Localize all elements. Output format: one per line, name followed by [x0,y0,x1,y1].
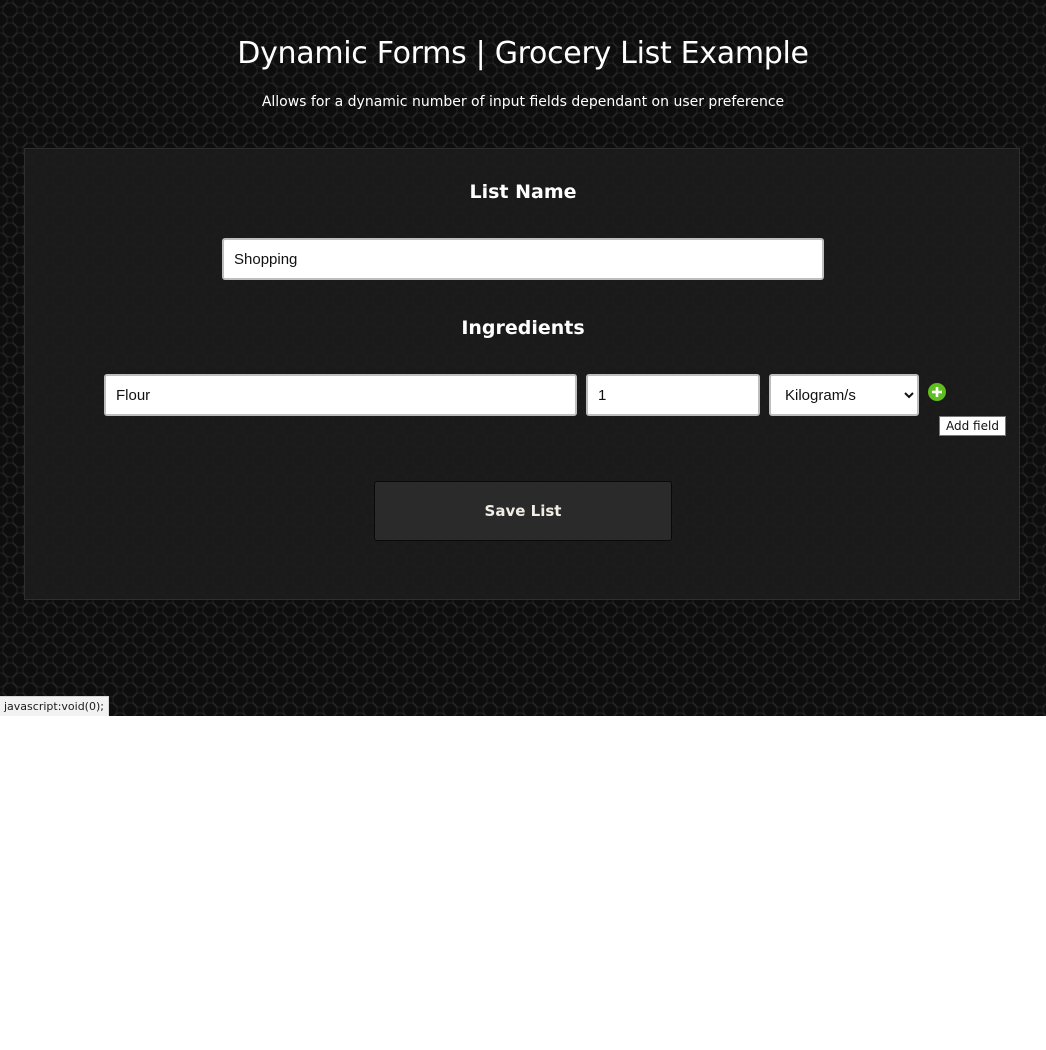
save-list-button[interactable]: Save List [374,481,672,541]
grocery-form-panel: List Name Ingredients Kilogram/s Add fie… [24,148,1020,600]
add-field-tooltip: Add field [939,416,1006,436]
list-name-input[interactable] [222,238,824,280]
ingredient-quantity-input[interactable] [586,374,760,416]
page-background: Dynamic Forms | Grocery List Example All… [0,0,1046,716]
ingredient-name-input[interactable] [104,374,577,416]
page-title: Dynamic Forms | Grocery List Example [237,36,809,71]
page-subtitle: Allows for a dynamic number of input fie… [261,94,785,110]
plus-circle-icon [932,387,942,397]
add-field-button[interactable] [928,383,946,401]
ingredients-label: Ingredients [461,317,585,339]
ingredient-unit-select[interactable]: Kilogram/s [769,374,919,416]
list-name-label: List Name [469,181,577,203]
status-bar-link-preview: javascript:void(0); [0,696,109,716]
